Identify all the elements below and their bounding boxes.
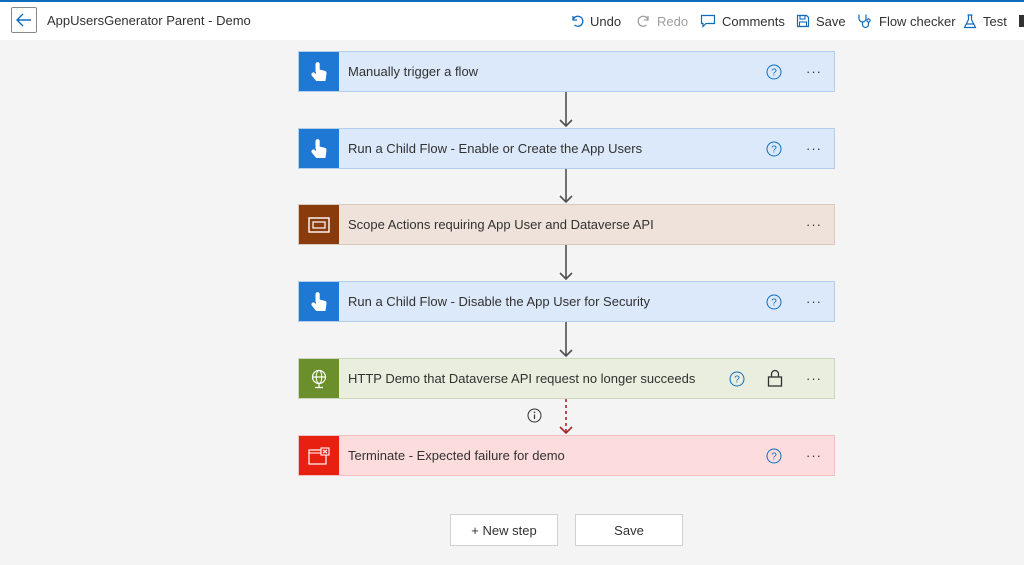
step-label: Run a Child Flow - Disable the App User … [348,294,651,309]
more-options-button[interactable]: ··· [803,447,825,463]
step-label: Run a Child Flow - Enable or Create the … [348,141,643,156]
more-options-button[interactable]: ··· [803,370,825,386]
connector-arrow [559,322,573,358]
step-icon-box [299,359,339,398]
help-icon[interactable]: ? [766,141,782,157]
step-card-http-demo[interactable]: HTTP Demo that Dataverse API request no … [298,358,835,399]
back-button[interactable] [11,7,37,33]
flask-icon [963,13,977,28]
more-options-button[interactable]: ··· [803,293,825,309]
comments-label: Comments [722,13,785,29]
save-icon [796,14,810,28]
svg-text:?: ? [771,68,777,79]
redo-button[interactable]: Redo [637,11,688,31]
comments-button[interactable]: Comments [700,11,785,31]
touch-trigger-icon [311,61,327,81]
test-label: Test [983,13,1007,29]
stethoscope-icon [858,14,871,29]
step-label: Manually trigger a flow [348,64,479,79]
more-options-button[interactable]: ··· [803,140,825,156]
step-icon-box [299,282,339,321]
arrow-left-icon [16,13,31,27]
help-icon[interactable]: ? [766,64,782,80]
new-step-button[interactable]: + New step [450,514,558,546]
step-label: Scope Actions requiring App User and Dat… [348,217,654,232]
terminate-icon [308,446,330,465]
flow-checker-label: Flow checker [879,13,956,29]
svg-text:?: ? [771,298,777,309]
touch-trigger-icon [311,138,327,158]
save-button[interactable]: Save [575,514,683,546]
step-label: HTTP Demo that Dataverse API request no … [348,371,696,386]
step-card-terminate[interactable]: Terminate - Expected failure for demo ? … [298,435,835,476]
step-icon-box [299,436,339,475]
info-icon[interactable] [527,408,542,423]
more-options-button[interactable]: ··· [803,216,825,232]
step-icon-box [299,205,339,244]
svg-text:?: ? [771,452,777,463]
undo-icon [572,15,584,27]
help-icon[interactable]: ? [766,448,782,464]
redo-icon [637,15,649,27]
undo-label: Undo [590,13,622,29]
redo-label: Redo [657,13,689,29]
flow-checker-button[interactable]: Flow checker [857,11,956,31]
flow-title: AppUsersGenerator Parent - Demo [47,13,251,28]
undo-button[interactable]: Undo [570,11,621,31]
lock-icon [767,369,783,387]
touch-trigger-icon [311,291,327,311]
top-bar: AppUsersGenerator Parent - Demo Undo Red… [0,0,1024,40]
scope-icon [308,216,330,233]
step-card-scope[interactable]: Scope Actions requiring App User and Dat… [298,204,835,245]
step-card-manual-trigger[interactable]: Manually trigger a flow ? ··· [298,51,835,92]
connector-arrow [559,245,573,281]
connector-arrow [559,92,573,128]
step-card-run-child-flow-enable[interactable]: Run a Child Flow - Enable or Create the … [298,128,835,169]
toolbar-overflow-edge [1019,15,1024,27]
step-label: Terminate - Expected failure for demo [348,448,565,463]
failure-connector-arrow [559,399,573,435]
help-icon[interactable]: ? [729,371,745,387]
step-icon-box [299,52,339,91]
comment-icon [700,14,716,28]
svg-text:?: ? [771,145,777,156]
step-icon-box [299,129,339,168]
save-toolbar-button[interactable]: Save [796,11,846,31]
test-button[interactable]: Test [963,11,1007,31]
svg-text:?: ? [734,375,740,386]
more-options-button[interactable]: ··· [803,63,825,79]
connector-arrow [559,169,573,204]
step-card-run-child-flow-disable[interactable]: Run a Child Flow - Disable the App User … [298,281,835,322]
help-icon[interactable]: ? [766,294,782,310]
globe-icon [311,369,327,388]
save-toolbar-label: Save [816,13,846,29]
